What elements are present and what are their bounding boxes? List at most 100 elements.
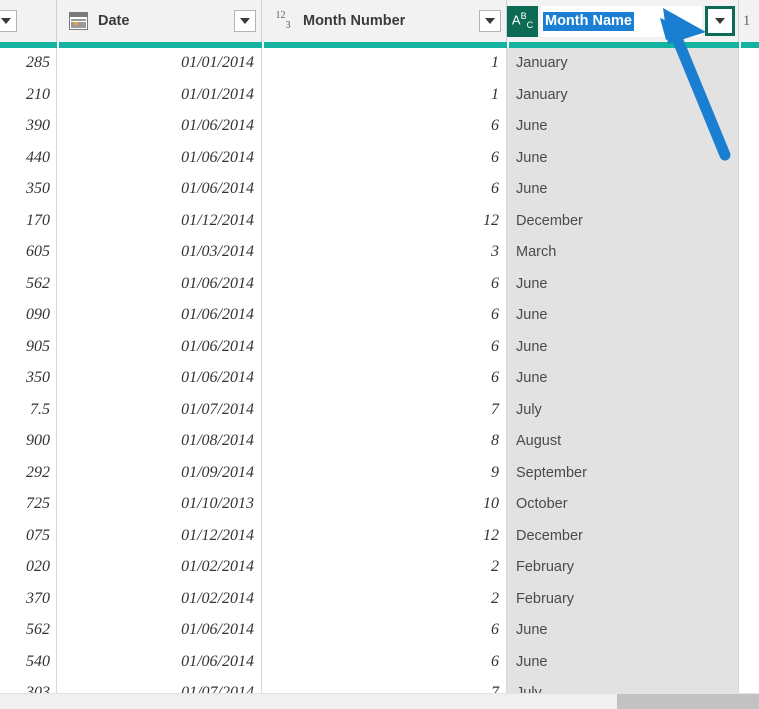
table-row[interactable]: 28501/01/20141January — [0, 48, 759, 80]
cell-month-number[interactable]: 6 — [262, 174, 507, 206]
table-row[interactable]: 39001/06/20146June — [0, 111, 759, 143]
cell-value-partial[interactable]: 605 — [0, 237, 57, 269]
cell-partial-right[interactable] — [739, 205, 759, 237]
cell-date[interactable]: 01/12/2014 — [57, 205, 262, 237]
column-header-rename-input[interactable]: Month Name — [541, 6, 702, 37]
cell-value-partial[interactable]: 020 — [0, 552, 57, 584]
cell-value-partial[interactable]: 350 — [0, 174, 57, 206]
cell-value-partial[interactable]: 090 — [0, 300, 57, 332]
cell-month-name[interactable]: July — [507, 394, 739, 426]
cell-month-name[interactable]: June — [507, 174, 739, 206]
table-row[interactable]: 29201/09/20149September — [0, 458, 759, 490]
cell-date[interactable]: 01/06/2014 — [57, 615, 262, 647]
column-header-month-name[interactable]: ABC Month Name — [507, 0, 739, 42]
cell-month-number[interactable]: 12 — [262, 205, 507, 237]
cell-partial-right[interactable] — [739, 268, 759, 300]
cell-month-number[interactable]: 6 — [262, 300, 507, 332]
cell-date[interactable]: 01/06/2014 — [57, 646, 262, 678]
table-row[interactable]: 02001/02/20142February — [0, 552, 759, 584]
cell-date[interactable]: 01/06/2014 — [57, 111, 262, 143]
cell-month-name[interactable]: December — [507, 205, 739, 237]
cell-month-number[interactable]: 6 — [262, 331, 507, 363]
table-row[interactable]: 07501/12/201412December — [0, 521, 759, 553]
cell-partial-right[interactable] — [739, 331, 759, 363]
cell-month-name[interactable]: January — [507, 79, 739, 111]
table-row[interactable]: 90501/06/20146June — [0, 332, 759, 364]
cell-month-name[interactable]: June — [507, 268, 739, 300]
cell-value-partial[interactable]: 440 — [0, 142, 57, 174]
filter-button-partial-left[interactable] — [0, 10, 17, 32]
cell-value-partial[interactable]: 905 — [0, 331, 57, 363]
horizontal-scrollbar-thumb[interactable] — [617, 694, 759, 709]
cell-month-number[interactable]: 12 — [262, 520, 507, 552]
cell-month-number[interactable]: 2 — [262, 583, 507, 615]
cell-value-partial[interactable]: 170 — [0, 205, 57, 237]
cell-partial-right[interactable] — [739, 363, 759, 395]
cell-partial-right[interactable] — [739, 678, 759, 694]
cell-date[interactable]: 01/01/2014 — [57, 48, 262, 79]
column-header-date[interactable]: Date — [57, 0, 262, 42]
cell-date[interactable]: 01/06/2014 — [57, 142, 262, 174]
cell-partial-right[interactable] — [739, 79, 759, 111]
cell-date[interactable]: 01/06/2014 — [57, 300, 262, 332]
cell-month-number[interactable]: 6 — [262, 363, 507, 395]
cell-date[interactable]: 01/02/2014 — [57, 583, 262, 615]
cell-value-partial[interactable]: 075 — [0, 520, 57, 552]
table-row[interactable]: 17001/12/201412December — [0, 206, 759, 238]
cell-partial-right[interactable] — [739, 48, 759, 79]
cell-month-number[interactable]: 6 — [262, 268, 507, 300]
cell-date[interactable]: 01/01/2014 — [57, 79, 262, 111]
cell-value-partial[interactable]: 562 — [0, 268, 57, 300]
table-row[interactable]: 44001/06/20146June — [0, 143, 759, 175]
cell-partial-right[interactable] — [739, 111, 759, 143]
cell-month-name[interactable]: August — [507, 426, 739, 458]
cell-value-partial[interactable]: 7.5 — [0, 394, 57, 426]
cell-partial-right[interactable] — [739, 646, 759, 678]
cell-month-number[interactable]: 1 — [262, 79, 507, 111]
cell-value-partial[interactable]: 900 — [0, 426, 57, 458]
cell-value-partial[interactable]: 370 — [0, 583, 57, 615]
cell-partial-right[interactable] — [739, 552, 759, 584]
cell-date[interactable]: 01/06/2014 — [57, 174, 262, 206]
table-row[interactable]: 56201/06/20146June — [0, 269, 759, 301]
cell-date[interactable]: 01/12/2014 — [57, 520, 262, 552]
table-row[interactable]: 54001/06/20146June — [0, 647, 759, 679]
cell-month-number[interactable]: 7 — [262, 678, 507, 694]
table-row[interactable]: 37001/02/20142February — [0, 584, 759, 616]
table-row[interactable]: 30301/07/20147July — [0, 678, 759, 693]
cell-partial-right[interactable] — [739, 142, 759, 174]
cell-month-number[interactable]: 10 — [262, 489, 507, 521]
cell-month-number[interactable]: 2 — [262, 552, 507, 584]
cell-month-name[interactable]: September — [507, 457, 739, 489]
cell-month-name[interactable]: June — [507, 363, 739, 395]
cell-partial-right[interactable] — [739, 457, 759, 489]
cell-value-partial[interactable]: 292 — [0, 457, 57, 489]
table-row[interactable]: 90001/08/20148August — [0, 426, 759, 458]
cell-date[interactable]: 01/06/2014 — [57, 363, 262, 395]
filter-button-month-number[interactable] — [479, 10, 501, 32]
table-row[interactable]: 09001/06/20146June — [0, 300, 759, 332]
cell-date[interactable]: 01/09/2014 — [57, 457, 262, 489]
cell-partial-right[interactable] — [739, 300, 759, 332]
cell-month-number[interactable]: 6 — [262, 111, 507, 143]
cell-value-partial[interactable]: 210 — [0, 79, 57, 111]
cell-date[interactable]: 01/08/2014 — [57, 426, 262, 458]
cell-month-name[interactable]: June — [507, 111, 739, 143]
cell-value-partial[interactable]: 350 — [0, 363, 57, 395]
cell-partial-right[interactable] — [739, 520, 759, 552]
cell-date[interactable]: 01/06/2014 — [57, 268, 262, 300]
cell-month-name[interactable]: June — [507, 331, 739, 363]
cell-date[interactable]: 01/02/2014 — [57, 552, 262, 584]
horizontal-scrollbar[interactable] — [0, 693, 759, 709]
cell-month-number[interactable]: 6 — [262, 142, 507, 174]
cell-month-name[interactable]: June — [507, 300, 739, 332]
cell-month-number[interactable]: 9 — [262, 457, 507, 489]
column-header-month-number[interactable]: 123 Month Number — [262, 0, 507, 42]
cell-date[interactable]: 01/07/2014 — [57, 678, 262, 694]
cell-month-name[interactable]: June — [507, 646, 739, 678]
column-header-partial-left[interactable] — [0, 0, 57, 42]
cell-partial-right[interactable] — [739, 174, 759, 206]
cell-partial-right[interactable] — [739, 615, 759, 647]
cell-value-partial[interactable]: 303 — [0, 678, 57, 694]
cell-partial-right[interactable] — [739, 426, 759, 458]
